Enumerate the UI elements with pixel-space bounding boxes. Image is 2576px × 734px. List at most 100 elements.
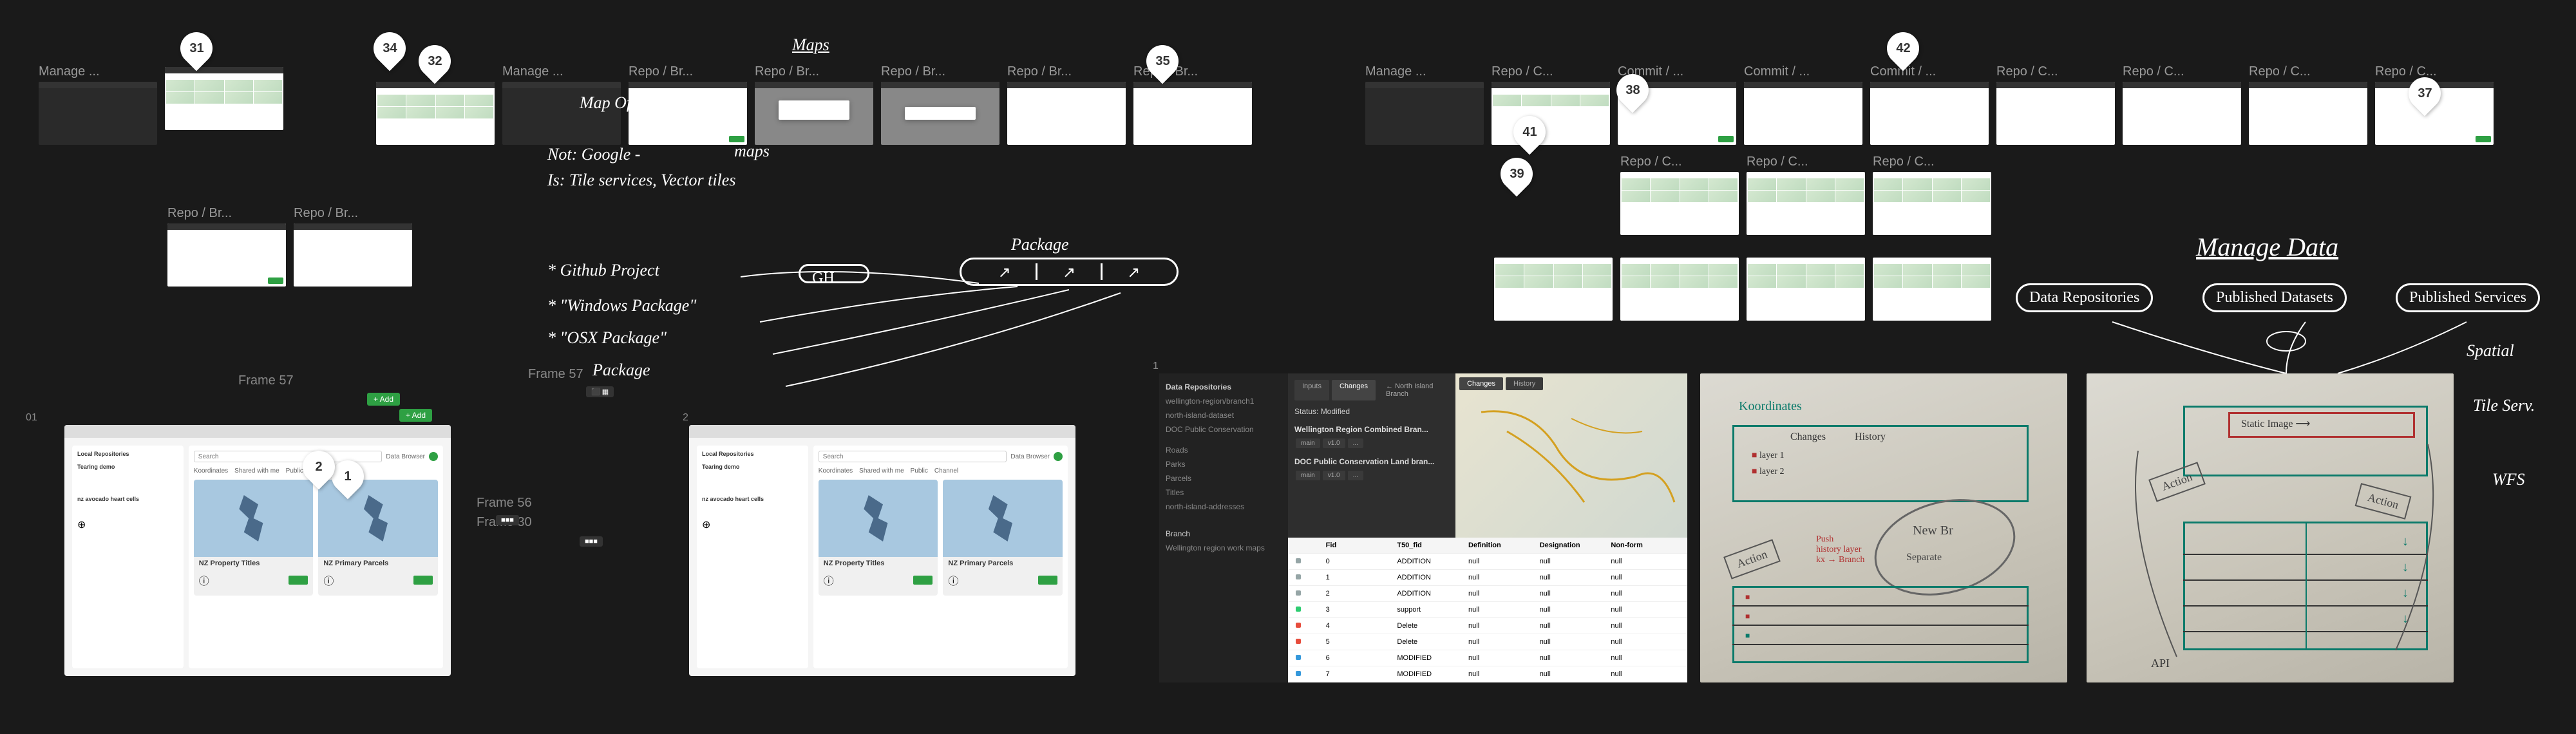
thumbnail-repo[interactable] (1133, 82, 1252, 145)
tab-changes[interactable]: Changes (1332, 380, 1376, 400)
sidebar-item[interactable]: north-island-dataset (1166, 408, 1282, 422)
avatar-icon[interactable] (1054, 452, 1063, 461)
pin-31[interactable]: 31 (180, 32, 213, 71)
sidebar-item[interactable]: Roads (1166, 443, 1282, 457)
annotation-not-google: Not: Google - (547, 145, 640, 164)
sidebar-item[interactable]: Tearing demo (77, 464, 178, 470)
sidebar-item[interactable]: north-island-addresses (1166, 500, 1282, 514)
add-icon[interactable]: ⊕ (77, 518, 86, 531)
sidebar-item[interactable]: Parks (1166, 457, 1282, 471)
thumbnail-repo[interactable] (2123, 82, 2241, 145)
add-button[interactable] (289, 576, 308, 585)
table-row[interactable]: 3 support null null null (1288, 602, 1687, 618)
thumbnail-repo-map[interactable] (1747, 172, 1865, 235)
sidebar-item[interactable]: DOC Public Conservation (1166, 422, 1282, 437)
pin-2[interactable]: 2 (303, 451, 335, 489)
table-row[interactable]: 0 ADDITION null null null (1288, 554, 1687, 570)
thumbnail-repo-map[interactable] (1873, 172, 1991, 235)
section-title[interactable]: DOC Public Conservation Land bran... (1294, 455, 1449, 469)
filter-tab[interactable]: Shared with me (234, 467, 279, 475)
table-row[interactable]: 7 MODIFIED null null null (1288, 666, 1687, 682)
pin-1[interactable]: 1 (332, 460, 364, 499)
app-tab[interactable]: Data Browser (386, 453, 425, 460)
search-input[interactable] (819, 451, 1007, 462)
chip[interactable]: main (1296, 471, 1320, 480)
info-icon[interactable]: ⓘ (323, 572, 334, 588)
thumbnail-repo[interactable] (629, 82, 747, 145)
thumbnail-map[interactable] (376, 82, 495, 145)
filter-tab[interactable]: Public (286, 467, 303, 475)
chip[interactable]: main (1296, 438, 1320, 448)
pin-32[interactable]: 32 (419, 45, 451, 84)
table-row[interactable]: 4 Delete null null null (1288, 618, 1687, 634)
thumbnail-repo[interactable] (294, 223, 412, 287)
table-row[interactable]: 5 Delete null null null (1288, 634, 1687, 650)
thumbnail-repo-map[interactable] (1492, 82, 1610, 145)
sidebar-item[interactable]: wellington-region/branch1 (1166, 394, 1282, 408)
sidebar-item[interactable]: Parcels (1166, 471, 1282, 485)
filter-tab[interactable]: Public (911, 467, 928, 475)
pin-37[interactable]: 37 (2409, 77, 2441, 116)
info-icon[interactable]: ⓘ (824, 572, 834, 588)
thumbnail-manage[interactable] (39, 82, 157, 145)
sidebar-item[interactable]: nz avocado heart cells (77, 496, 178, 502)
thumbnail-manage[interactable] (502, 82, 621, 145)
filter-tab[interactable]: Koordinates (819, 467, 853, 475)
svg-text:New Br: New Br (1913, 523, 1953, 538)
pin-38[interactable]: 38 (1616, 74, 1649, 113)
sidebar-item[interactable]: Wellington region work maps (1166, 541, 1282, 555)
thumbnail-repo-dialog[interactable] (755, 82, 873, 145)
info-icon[interactable]: ⓘ (948, 572, 958, 588)
chip[interactable]: v1.0 (1323, 471, 1345, 480)
tab-inputs[interactable]: Inputs (1294, 380, 1329, 400)
thumbnail-repo-map[interactable] (1747, 258, 1865, 321)
dark-app-screenshot[interactable]: Data Repositories wellington-region/bran… (1159, 373, 1687, 682)
thumbnail-repo[interactable] (2249, 82, 2367, 145)
add-pill[interactable]: + Add (367, 393, 400, 406)
thumbnail-manage[interactable] (1365, 82, 1484, 145)
thumbnail-repo-map[interactable] (1620, 258, 1739, 321)
chip[interactable]: ... (1348, 471, 1363, 480)
thumbnail-repo[interactable] (167, 223, 286, 287)
add-button[interactable] (413, 576, 433, 585)
thumbnail-commit[interactable] (1744, 82, 1862, 145)
pin-39[interactable]: 39 (1501, 158, 1533, 196)
thumbnail-commit[interactable] (1870, 82, 1989, 145)
thumbnail-map[interactable] (165, 67, 283, 130)
chip[interactable]: ... (1348, 438, 1363, 448)
filter-tab[interactable]: Channel (934, 467, 958, 475)
pin-34[interactable]: 34 (374, 32, 406, 71)
sidebar-item[interactable]: Tearing demo (702, 464, 803, 470)
app-screenshot-2[interactable]: Local Repositories Tearing demo nz avoca… (689, 425, 1075, 676)
sidebar-item[interactable]: Titles (1166, 485, 1282, 500)
filter-tab[interactable]: Koordinates (194, 467, 228, 475)
dataset-card[interactable]: NZ Primary Parcels ⓘ (943, 480, 1063, 596)
table-row[interactable]: 1 ADDITION null null null (1288, 570, 1687, 586)
thumbnail-repo[interactable] (1007, 82, 1126, 145)
thumbnail-repo-map[interactable] (1620, 172, 1739, 235)
table-row[interactable]: 2 ADDITION null null null (1288, 586, 1687, 602)
dataset-card[interactable]: NZ Property Titles ⓘ (819, 480, 938, 596)
section-title[interactable]: Wellington Region Combined Bran... (1294, 422, 1449, 437)
avatar-icon[interactable] (429, 452, 438, 461)
thumbnail-repo[interactable] (1996, 82, 2115, 145)
thumbnail-repo-dialog[interactable] (881, 82, 999, 145)
dataset-card[interactable]: NZ Property Titles ⓘ (194, 480, 314, 596)
filter-tab[interactable]: Shared with me (859, 467, 904, 475)
info-icon[interactable]: ⓘ (199, 572, 209, 588)
pin-42[interactable]: 42 (1887, 32, 1919, 71)
sidebar-item[interactable]: nz avocado heart cells (702, 496, 803, 502)
add-icon[interactable]: ⊕ (702, 518, 710, 531)
thumbnail-repo-map[interactable] (1873, 258, 1991, 321)
pin-35[interactable]: 35 (1146, 45, 1179, 84)
add-button[interactable] (913, 576, 933, 585)
map-panel[interactable]: Changes History (1455, 373, 1687, 538)
app-tab[interactable]: Data Browser (1010, 453, 1050, 460)
table-row[interactable]: 6 MODIFIED null null null (1288, 650, 1687, 666)
app-screenshot-1[interactable]: Local Repositories Tearing demo nz avoca… (64, 425, 451, 676)
add-pill[interactable]: + Add (399, 409, 432, 422)
add-button[interactable] (1038, 576, 1057, 585)
chip[interactable]: v1.0 (1323, 438, 1345, 448)
pin-41[interactable]: 41 (1513, 116, 1546, 155)
thumbnail-repo-map[interactable] (1494, 258, 1613, 321)
